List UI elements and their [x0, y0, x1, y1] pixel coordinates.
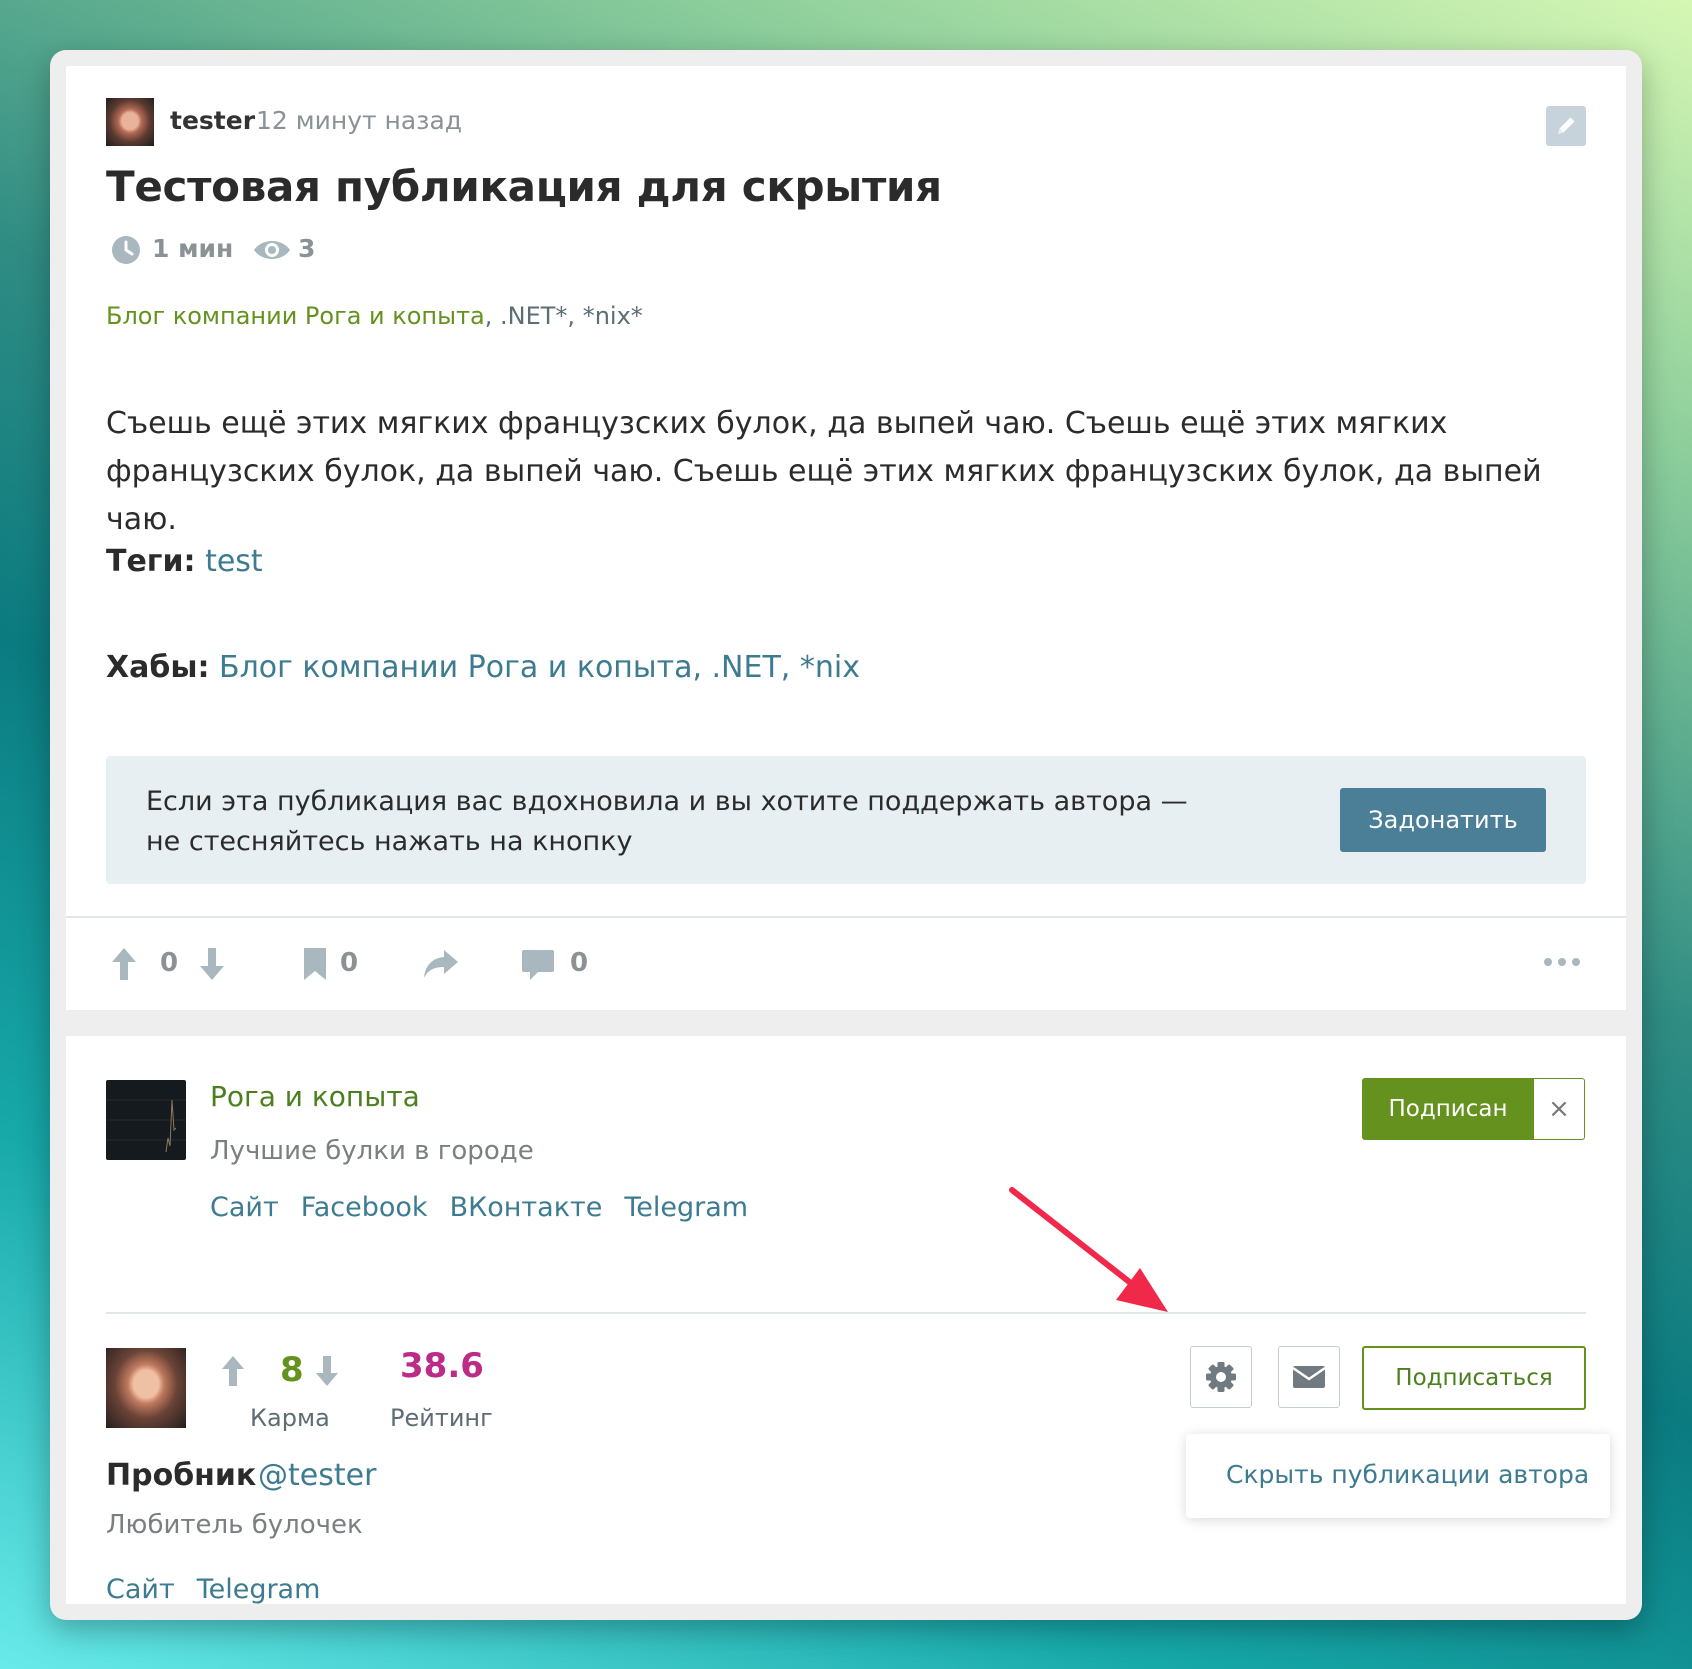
clock-icon	[112, 236, 140, 264]
company-link-site[interactable]: Сайт	[210, 1192, 279, 1223]
donate-text: Если эта публикация вас вдохновила и вы …	[146, 782, 1188, 862]
company-name[interactable]: Рога и копыта	[210, 1080, 420, 1113]
donate-text-line1: Если эта публикация вас вдохновила и вы …	[146, 786, 1188, 817]
arrow-down-icon[interactable]	[198, 946, 226, 982]
rating-value: 38.6	[400, 1346, 484, 1386]
donate-box: Если эта публикация вас вдохновила и вы …	[106, 756, 1586, 884]
karma-up-icon[interactable]	[220, 1354, 246, 1388]
post-hubs: Блог компании Рога и копыта, .NET*, *nix…	[106, 302, 643, 330]
author-card: Рога и копыта Лучшие булки в городе Сайт…	[66, 1036, 1626, 1605]
bookmark-count: 0	[340, 948, 359, 978]
hub-list-rest[interactable]: , .NET*, *nix*	[485, 302, 643, 330]
author-avatar-small[interactable]	[106, 98, 154, 146]
comment-icon[interactable]	[520, 946, 556, 982]
author-link-telegram[interactable]: Telegram	[197, 1574, 321, 1605]
edit-button[interactable]	[1546, 106, 1586, 146]
company-links: Сайт Facebook ВКонтакте Telegram	[210, 1192, 770, 1223]
subscribed-button[interactable]: Подписан	[1362, 1078, 1534, 1140]
envelope-icon	[1292, 1366, 1326, 1388]
hub-link-company[interactable]: Блог компании Рога и копыта	[106, 302, 485, 330]
post-author-name[interactable]: tester	[170, 106, 255, 135]
tags-row: Теги: test	[106, 544, 263, 579]
hubs-links[interactable]: Блог компании Рога и копыта, .NET, *nix	[219, 650, 860, 685]
post-card: tester 12 минут назад Тестовая публикаци…	[66, 66, 1626, 1010]
pencil-icon	[1558, 117, 1575, 134]
page-frame: tester 12 минут назад Тестовая публикаци…	[50, 50, 1642, 1620]
author-nickname[interactable]: @tester	[258, 1458, 376, 1493]
unsubscribe-close-icon[interactable]: ×	[1534, 1078, 1585, 1140]
author-link-site[interactable]: Сайт	[106, 1574, 175, 1605]
tags-label: Теги:	[106, 544, 196, 579]
post-body: Съешь ещё этих мягких французских булок,…	[106, 406, 1542, 537]
post-time: 12 минут назад	[256, 106, 463, 135]
author-settings-button[interactable]	[1190, 1346, 1252, 1408]
message-button[interactable]	[1278, 1346, 1340, 1408]
share-icon[interactable]	[422, 948, 460, 980]
chart-thumbnail-icon	[106, 1099, 186, 1153]
donate-button[interactable]: Задонатить	[1340, 788, 1546, 852]
rating-label: Рейтинг	[390, 1404, 493, 1432]
karma-label: Карма	[250, 1404, 330, 1432]
author-divider	[106, 1312, 1586, 1314]
vote-count: 0	[160, 948, 179, 978]
author-display-name: Пробник	[106, 1458, 257, 1493]
post-title[interactable]: Тестовая публикация для скрытия	[106, 162, 942, 211]
donate-text-line2: не стесняйтесь нажать на кнопку	[146, 826, 633, 857]
bookmark-icon[interactable]	[302, 946, 328, 982]
company-link-vk[interactable]: ВКонтакте	[450, 1192, 603, 1223]
company-subscription: Подписан ×	[1362, 1078, 1586, 1140]
post-divider	[66, 916, 1626, 918]
karma-value: 8	[280, 1350, 304, 1390]
author-menu-dropdown: Скрыть публикации автора	[1186, 1434, 1610, 1518]
author-avatar[interactable]	[106, 1348, 186, 1428]
hide-author-posts-menu-item[interactable]: Скрыть публикации автора	[1226, 1460, 1589, 1489]
subscribe-button[interactable]: Подписаться	[1362, 1346, 1586, 1410]
reading-time: 1 мин	[152, 234, 234, 263]
author-description: Любитель булочек	[106, 1510, 363, 1540]
more-dots-icon[interactable]	[1542, 954, 1582, 970]
gear-icon	[1206, 1362, 1236, 1392]
author-links: Сайт Telegram	[106, 1574, 342, 1605]
eye-icon	[254, 241, 290, 259]
hubs-row: Хабы: Блог компании Рога и копыта, .NET,…	[106, 650, 860, 685]
views-count: 3	[298, 234, 316, 263]
company-description: Лучшие булки в городе	[210, 1136, 534, 1166]
karma-down-icon[interactable]	[314, 1354, 340, 1388]
hubs-label: Хабы:	[106, 650, 210, 685]
company-logo[interactable]	[106, 1080, 186, 1160]
company-link-facebook[interactable]: Facebook	[301, 1192, 428, 1223]
company-link-telegram[interactable]: Telegram	[624, 1192, 748, 1223]
comment-count: 0	[570, 948, 589, 978]
arrow-up-icon[interactable]	[110, 946, 138, 982]
tag-link[interactable]: test	[205, 544, 263, 579]
